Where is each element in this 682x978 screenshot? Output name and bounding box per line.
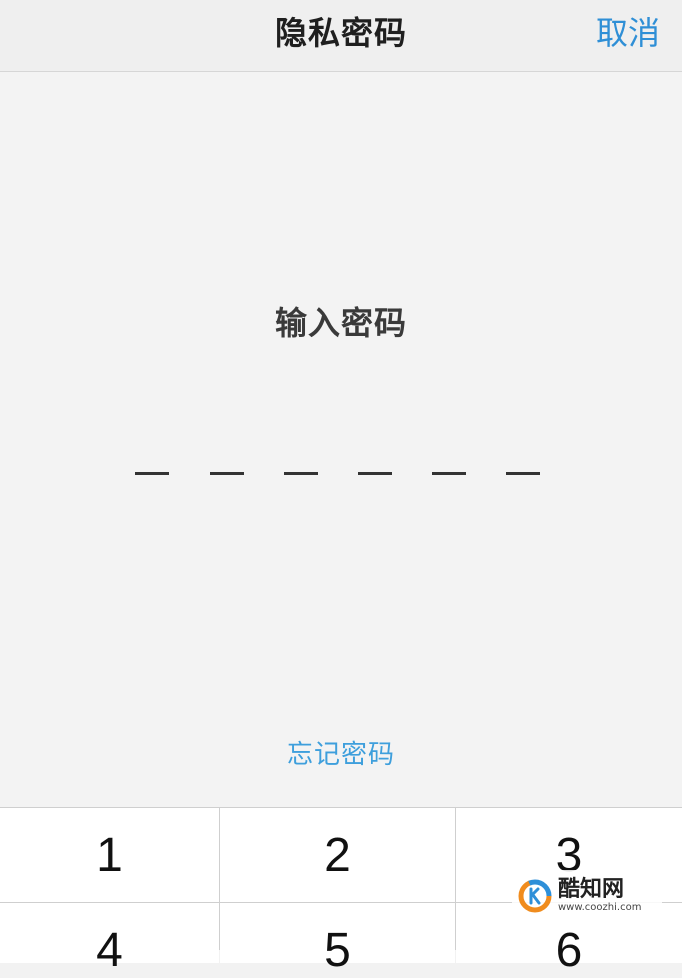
keypad-divider bbox=[455, 808, 456, 950]
passcode-input[interactable] bbox=[135, 472, 545, 476]
cancel-button[interactable]: 取消 bbox=[596, 8, 660, 54]
passcode-slot-2 bbox=[210, 472, 244, 475]
passcode-prompt: 输入密码 bbox=[274, 304, 407, 342]
passcode-area: 输入密码 忘记密码 bbox=[0, 72, 682, 807]
watermark: 酷知网 www.coozhi.com bbox=[512, 870, 662, 922]
keypad-divider bbox=[219, 808, 220, 950]
watermark-name: 酷知网 bbox=[558, 877, 625, 902]
coozhi-logo-icon bbox=[518, 879, 552, 913]
forgot-password-link[interactable]: 忘记密码 bbox=[0, 734, 682, 771]
keypad-key-4[interactable]: 4 bbox=[0, 903, 219, 977]
passcode-slot-6 bbox=[506, 472, 540, 475]
watermark-url: www.coozhi.com bbox=[558, 902, 642, 913]
passcode-slot-1 bbox=[135, 472, 169, 475]
page-title: 隐私密码 bbox=[274, 14, 407, 52]
passcode-slot-5 bbox=[432, 472, 466, 475]
keypad-key-1[interactable]: 1 bbox=[0, 808, 219, 902]
passcode-slot-3 bbox=[284, 472, 318, 475]
keypad-key-2[interactable]: 2 bbox=[220, 808, 455, 902]
passcode-slot-4 bbox=[358, 472, 392, 475]
keypad-key-5[interactable]: 5 bbox=[220, 903, 455, 977]
navigation-bar: 隐私密码 取消 bbox=[0, 0, 682, 72]
